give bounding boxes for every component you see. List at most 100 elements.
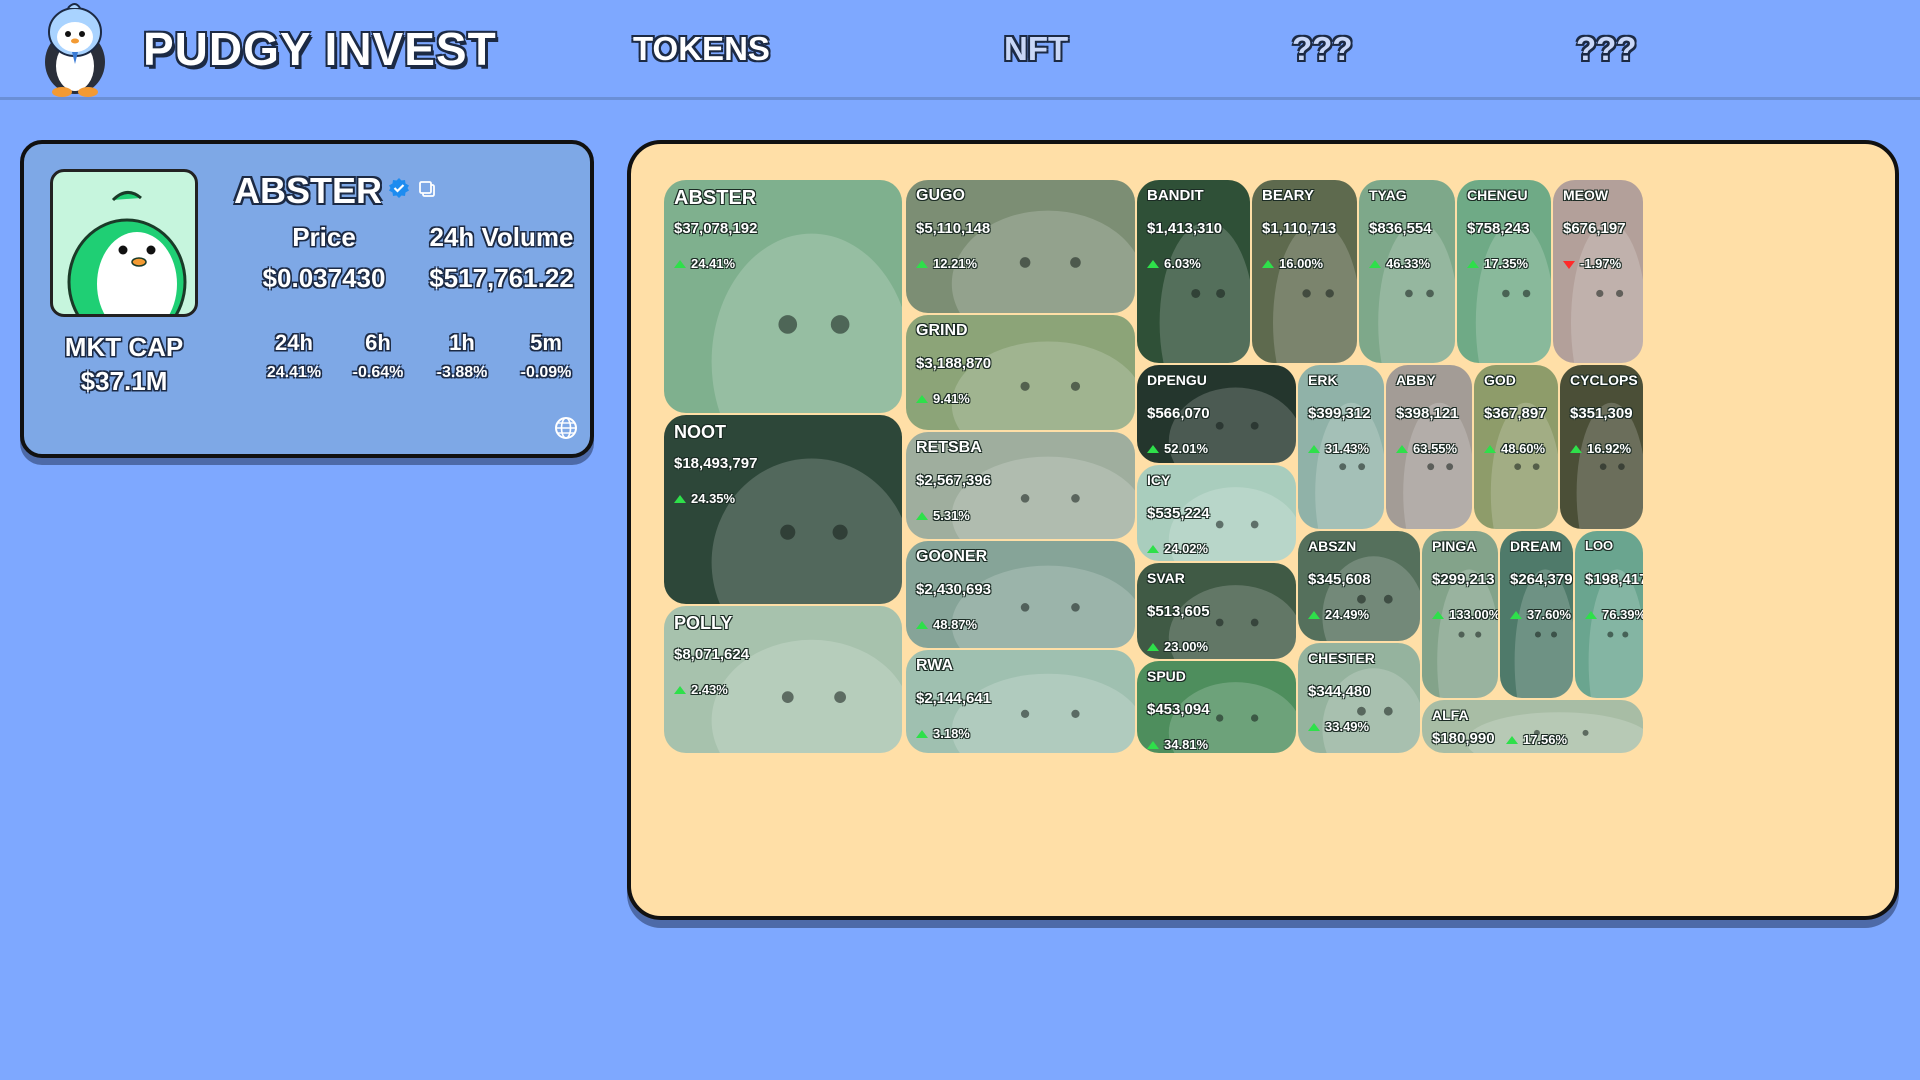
token-tile-god[interactable]: GOD $367,897 48.60% — [1474, 365, 1558, 529]
token-tile-pinga[interactable]: PINGA $299,213 133.00% — [1422, 531, 1498, 698]
copy-address-icon[interactable] — [418, 180, 436, 198]
tile-market-cap: $367,897 — [1484, 405, 1547, 422]
brand-title: PUDGY INVEST — [143, 23, 497, 75]
tile-change: 46.33% — [1369, 256, 1430, 271]
tile-change: 2.43% — [674, 682, 728, 697]
tile-name: BEARY — [1262, 187, 1314, 204]
tile-market-cap: $8,071,624 — [674, 646, 750, 663]
tile-market-cap: $758,243 — [1467, 220, 1530, 237]
token-tile-abszn[interactable]: ABSZN $345,608 24.49% — [1298, 531, 1420, 641]
tile-market-cap: $345,608 — [1308, 571, 1371, 588]
tile-change-value: 12.21% — [933, 256, 978, 271]
change-5m-value: -0.09% — [520, 364, 572, 381]
token-tile-erk[interactable]: ERK $399,312 31.43% — [1298, 365, 1384, 529]
token-tile-cyclops[interactable]: CYCLOPS $351,309 16.92% — [1560, 365, 1643, 529]
tile-change-value: 76.39% — [1602, 607, 1643, 622]
tile-market-cap: $344,480 — [1308, 683, 1371, 700]
token-tile-tyag[interactable]: TYAG $836,554 46.33% — [1359, 180, 1455, 363]
tile-change-value: -1.97% — [1580, 256, 1622, 271]
tile-change: 34.81% — [1147, 737, 1208, 752]
token-tile-polly[interactable]: POLLY $8,071,624 2.43% — [664, 606, 902, 753]
token-tile-chester[interactable]: CHESTER $344,480 33.49% — [1298, 643, 1420, 753]
tile-change-value: 9.41% — [933, 391, 970, 406]
tile-change: 17.35% — [1467, 256, 1528, 271]
arrow-up-icon — [1432, 611, 1444, 619]
token-artwork — [711, 458, 902, 604]
arrow-up-icon — [1308, 723, 1320, 731]
token-artwork — [1571, 222, 1643, 363]
tile-change: 133.00% — [1432, 607, 1498, 622]
token-tile-spud[interactable]: SPUD $453,094 34.81% — [1137, 661, 1296, 753]
tile-change: 12.21% — [916, 256, 977, 271]
tile-name: SPUD — [1147, 668, 1186, 684]
token-tile-bandit[interactable]: BANDIT $1,413,310 6.03% — [1137, 180, 1250, 363]
token-tile-rwa[interactable]: RWA $2,144,641 3.18% — [906, 650, 1135, 753]
tile-name: RETSBA — [916, 439, 982, 456]
tile-market-cap: $836,554 — [1369, 220, 1432, 237]
arrow-up-icon — [916, 621, 928, 629]
token-artwork — [1378, 222, 1455, 363]
nav-tokens[interactable]: TOKENS — [633, 30, 770, 68]
token-tile-abby[interactable]: ABBY $398,121 63.55% — [1386, 365, 1472, 529]
tile-change-value: 24.02% — [1164, 541, 1209, 556]
token-tile-beary[interactable]: BEARY $1,110,713 16.00% — [1252, 180, 1357, 363]
penguin-logo-icon[interactable] — [34, 2, 116, 98]
tile-change-value: 17.35% — [1484, 256, 1529, 271]
tile-change: -1.97% — [1563, 256, 1621, 271]
tile-change: 6.03% — [1147, 256, 1201, 271]
tile-market-cap: $398,121 — [1396, 405, 1459, 422]
token-tile-gugo[interactable]: GUGO $5,110,148 12.21% — [906, 180, 1135, 313]
token-artwork — [711, 233, 902, 413]
penguin-avatar-icon — [67, 191, 187, 314]
token-tile-abster[interactable]: ABSTER $37,078,192 24.41% — [664, 180, 902, 413]
token-tile-alfa[interactable]: ALFA $180,990 17.56% — [1422, 700, 1643, 753]
tile-change: 52.01% — [1147, 441, 1208, 456]
token-tile-gooner[interactable]: GOONER $2,430,693 48.87% — [906, 541, 1135, 648]
arrow-up-icon — [916, 512, 928, 520]
tile-name: POLLY — [674, 613, 733, 633]
tile-name: GOD — [1484, 372, 1516, 388]
token-tile-grind[interactable]: GRIND $3,188,870 9.41% — [906, 315, 1135, 430]
tile-change-value: 63.55% — [1413, 441, 1458, 456]
change-6h-value: -0.64% — [352, 364, 404, 381]
tile-market-cap: $453,094 — [1147, 701, 1210, 718]
token-tile-svar[interactable]: SVAR $513,605 23.00% — [1137, 563, 1296, 659]
tile-market-cap: $1,110,713 — [1262, 220, 1337, 237]
arrow-up-icon — [1585, 611, 1597, 619]
token-artwork — [1273, 222, 1357, 363]
token-tile-chengu[interactable]: CHENGU $758,243 17.35% — [1457, 180, 1551, 363]
token-tile-dpengu[interactable]: DPENGU $566,070 52.01% — [1137, 365, 1296, 463]
nav-nft[interactable]: NFT — [1004, 30, 1068, 68]
token-tile-retsba[interactable]: RETSBA $2,567,396 5.31% — [906, 432, 1135, 539]
nav-placeholder-1[interactable]: ??? — [1292, 30, 1352, 68]
token-treemap-panel: ABSTER $37,078,192 24.41% NOOT $18,493,797 24… — [627, 140, 1899, 920]
token-tile-loo[interactable]: LOO $198,417 76.39% — [1575, 531, 1643, 698]
token-tile-dream[interactable]: DREAM $264,379 37.60% — [1500, 531, 1573, 698]
tile-market-cap: $1,413,310 — [1147, 220, 1223, 237]
token-tile-icy[interactable]: ICY $535,224 24.02% — [1137, 465, 1296, 561]
change-6h-label: 6h — [365, 330, 391, 355]
token-tile-meow[interactable]: MEOW $676,197 -1.97% — [1553, 180, 1643, 363]
token-artwork — [1159, 222, 1250, 363]
tile-name: GOONER — [916, 548, 988, 565]
tile-change: 63.55% — [1396, 441, 1457, 456]
globe-icon[interactable] — [554, 416, 578, 440]
tile-market-cap: $566,070 — [1147, 405, 1210, 422]
tile-change: 5.31% — [916, 508, 970, 523]
arrow-up-icon — [916, 395, 928, 403]
tile-name: GRIND — [916, 322, 968, 339]
tile-change-value: 33.49% — [1325, 719, 1370, 734]
arrow-up-icon — [1147, 643, 1159, 651]
tile-name: ABSZN — [1308, 538, 1357, 554]
arrow-up-icon — [1510, 611, 1522, 619]
tile-market-cap: $18,493,797 — [674, 455, 758, 472]
tile-change: 24.02% — [1147, 541, 1208, 556]
volume-value: $517,761.22 — [429, 263, 574, 293]
token-tile-noot[interactable]: NOOT $18,493,797 24.35% — [664, 415, 902, 604]
nav-placeholder-2[interactable]: ??? — [1576, 30, 1636, 68]
treemap: ABSTER $37,078,192 24.41% NOOT $18,493,797 24… — [631, 144, 1895, 916]
tile-name: ERK — [1308, 372, 1338, 388]
tile-market-cap: $180,990 — [1432, 730, 1495, 747]
tile-market-cap: $513,605 — [1147, 603, 1210, 620]
mkt-cap-label: MKT CAP — [64, 332, 184, 362]
